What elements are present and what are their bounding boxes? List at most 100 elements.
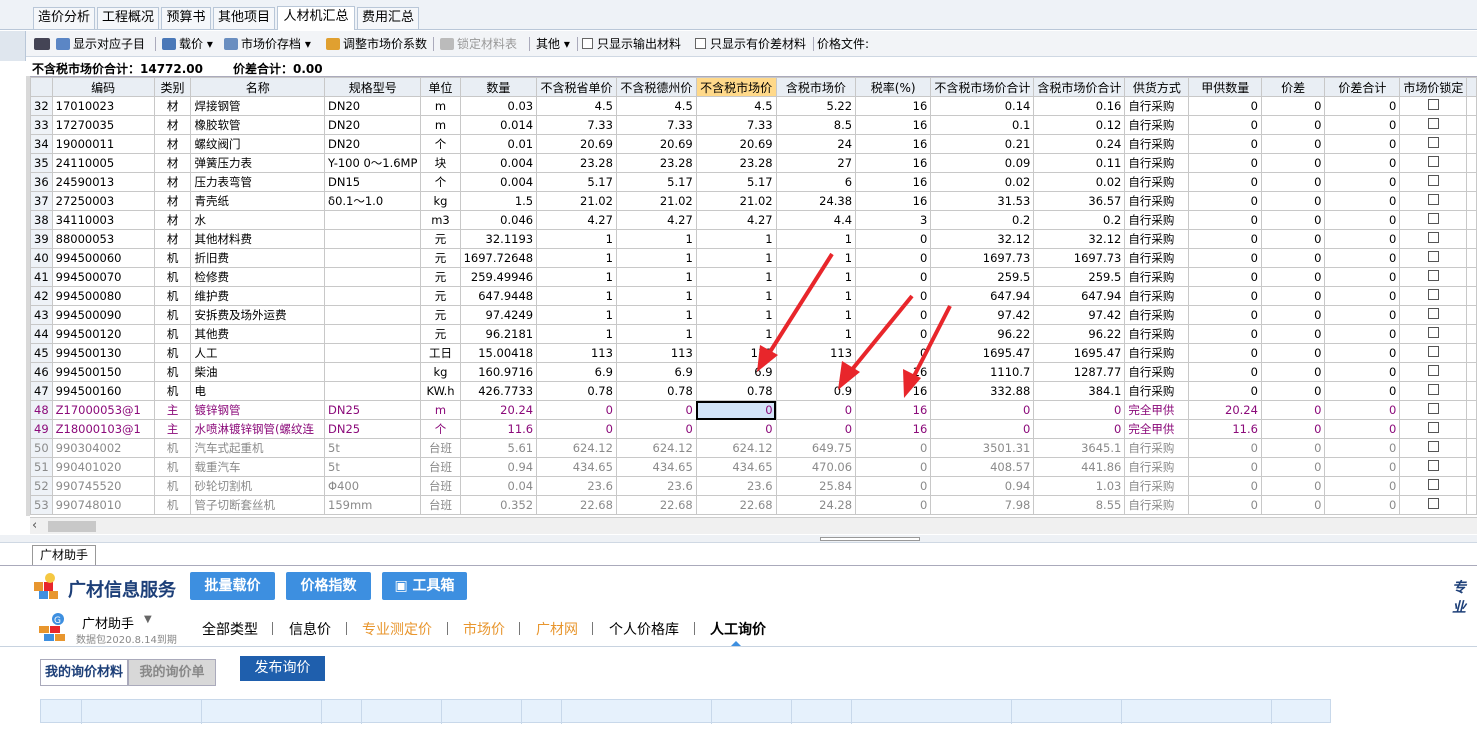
cell-market-total-tax[interactable]: 0.12 xyxy=(1033,115,1126,135)
table-row[interactable]: 42 994500080 机维护费元 647.9448 1 1 1 1 0 647.94 647.9… xyxy=(30,286,1477,306)
cell-name[interactable]: 检修费 xyxy=(190,267,326,287)
lock-checkbox[interactable] xyxy=(1427,403,1439,414)
cell-market-total-tax[interactable]: 0.11 xyxy=(1033,153,1126,173)
cell-category[interactable]: 材 xyxy=(153,229,192,249)
cell-tax-rate[interactable]: 16 xyxy=(855,115,932,135)
lock-checkbox[interactable] xyxy=(1427,365,1439,376)
tab-other-items[interactable]: 其他项目 xyxy=(213,7,275,29)
cell-market-total[interactable]: 0 xyxy=(930,400,1035,420)
lock-checkbox[interactable] xyxy=(1427,175,1439,186)
cell-province-price[interactable]: 434.65 xyxy=(536,457,617,477)
table-row[interactable]: 53 990748010 机管子切断套丝机 159mm 台班 0.352 22.68 22.6… xyxy=(30,495,1477,515)
cell-jg-qty[interactable]: 0 xyxy=(1188,210,1262,230)
cell-market-total-tax[interactable]: 32.12 xyxy=(1033,229,1126,249)
lock-table-button[interactable]: 锁定材料表 xyxy=(440,35,517,53)
cell-market-total[interactable]: 1697.73 xyxy=(930,248,1035,268)
table-row[interactable]: 33 17270035 材橡胶软管 DN20 m 0.014 7.33 7.33 7.33 8.5… xyxy=(30,115,1477,135)
cell-lock[interactable] xyxy=(1399,96,1468,116)
cell-jg-qty[interactable]: 0 xyxy=(1188,96,1262,116)
horizontal-scrollbar[interactable]: ‹ xyxy=(30,517,1477,534)
cell-dezhou-price[interactable]: 0 xyxy=(615,400,697,420)
cell-category[interactable]: 材 xyxy=(153,172,192,192)
cell-market-total[interactable]: 0.02 xyxy=(930,172,1035,192)
header-unit[interactable]: 单位 xyxy=(420,77,461,97)
cell-market-price-tax[interactable]: 0 xyxy=(775,419,857,439)
table-row[interactable]: 37 27250003 材青壳纸 δ0.1～1.0 kg 1.5 21.02 21.02 21.… xyxy=(30,191,1477,211)
cell-category[interactable]: 主 xyxy=(153,400,192,420)
cell-name[interactable]: 柴油 xyxy=(190,362,326,382)
cell-unit[interactable]: 元 xyxy=(420,229,461,249)
cell-unit[interactable]: 台班 xyxy=(420,457,461,477)
cell-tax-rate[interactable]: 3 xyxy=(855,210,932,230)
cell-dezhou-price[interactable]: 113 xyxy=(615,343,697,363)
cell-diff-total[interactable]: 0 xyxy=(1324,419,1401,439)
cell-market-price[interactable]: 4.27 xyxy=(695,210,777,230)
cell-tax-rate[interactable]: 0 xyxy=(855,495,932,515)
cell-jg-qty[interactable]: 0 xyxy=(1188,495,1262,515)
cell-market-price-tax[interactable]: 27 xyxy=(775,153,857,173)
cell-market-total[interactable]: 0.21 xyxy=(930,134,1035,154)
row-number[interactable]: 38 xyxy=(30,210,53,230)
cell-supply[interactable]: 自行采购 xyxy=(1124,495,1190,515)
lock-checkbox[interactable] xyxy=(1427,327,1439,338)
cell-code[interactable]: 88000053 xyxy=(51,229,155,249)
cell-diff[interactable]: 0 xyxy=(1260,476,1326,496)
cell-diff-total[interactable]: 0 xyxy=(1324,267,1401,287)
row-number[interactable]: 48 xyxy=(30,400,53,420)
cell-dezhou-price[interactable]: 624.12 xyxy=(615,438,697,458)
toolbox-button[interactable]: ▣ 工具箱 xyxy=(382,572,467,600)
cell-province-price[interactable]: 0.78 xyxy=(536,381,617,401)
cell-unit[interactable]: kg xyxy=(420,362,461,382)
cell-diff-total[interactable]: 0 xyxy=(1324,438,1401,458)
cell-market-total-tax[interactable]: 97.42 xyxy=(1033,305,1126,325)
assistant-name[interactable]: 广材助手 xyxy=(82,613,134,632)
cell-category[interactable]: 材 xyxy=(153,191,192,211)
cell-name[interactable]: 电 xyxy=(190,381,326,401)
cell-code[interactable]: 994500150 xyxy=(51,362,155,382)
cell-market-total[interactable]: 408.57 xyxy=(930,457,1035,477)
cell-name[interactable]: 汽车式起重机 xyxy=(190,438,326,458)
cell-spec[interactable] xyxy=(324,343,422,363)
cell-province-price[interactable]: 1 xyxy=(536,286,617,306)
lock-checkbox[interactable] xyxy=(1427,213,1439,224)
lock-checkbox[interactable] xyxy=(1427,137,1439,148)
cell-jg-qty[interactable]: 0 xyxy=(1188,476,1262,496)
cell-spec[interactable]: DN25 xyxy=(324,419,422,439)
cell-code[interactable]: 990304002 xyxy=(51,438,155,458)
cell-diff-total[interactable]: 0 xyxy=(1324,457,1401,477)
cell-market-price-tax[interactable]: 649.75 xyxy=(775,438,857,458)
row-number[interactable]: 45 xyxy=(30,343,53,363)
cell-diff[interactable]: 0 xyxy=(1260,419,1326,439)
cell-dezhou-price[interactable]: 1 xyxy=(615,286,697,306)
header-market-total-tax[interactable]: 含税市场价合计 xyxy=(1033,77,1126,97)
cell-diff-total[interactable]: 0 xyxy=(1324,96,1401,116)
cell-supply[interactable]: 自行采购 xyxy=(1124,172,1190,192)
cell-unit[interactable]: 元 xyxy=(420,267,461,287)
cell-jg-qty[interactable]: 0 xyxy=(1188,438,1262,458)
lock-checkbox[interactable] xyxy=(1427,460,1439,471)
cell-code[interactable]: 994500060 xyxy=(51,248,155,268)
cell-code[interactable]: 17010023 xyxy=(51,96,155,116)
cell-name[interactable]: 人工 xyxy=(190,343,326,363)
table-row[interactable]: 48 Z17000053@1 主镀锌钢管 DN25 m 20.24 0 0 0 0 16 0 0 完全甲供… xyxy=(30,400,1477,420)
cell-category[interactable]: 机 xyxy=(153,362,192,382)
cell-category[interactable]: 机 xyxy=(153,248,192,268)
cell-diff[interactable]: 0 xyxy=(1260,495,1326,515)
cell-diff-total[interactable]: 0 xyxy=(1324,362,1401,382)
panel-tab-assistant[interactable]: 广材助手 xyxy=(32,545,96,565)
cell-spec[interactable]: Y-100 0～1.6MP xyxy=(324,153,422,173)
table-row[interactable]: 47 994500160 机电 KW.h 426.7733 0.78 0.78 0.78 0.9… xyxy=(30,381,1477,401)
cell-jg-qty[interactable]: 0 xyxy=(1188,191,1262,211)
cell-code[interactable]: 990401020 xyxy=(51,457,155,477)
cell-market-price[interactable]: 1 xyxy=(695,229,777,249)
only-diff-checkbox[interactable]: 只显示有价差材料 xyxy=(695,35,806,53)
cell-market-price[interactable]: 0.78 xyxy=(695,381,777,401)
row-number[interactable]: 47 xyxy=(30,381,53,401)
lock-checkbox[interactable] xyxy=(1427,251,1439,262)
cell-name[interactable]: 其他费 xyxy=(190,324,326,344)
cell-province-price[interactable]: 20.69 xyxy=(536,134,617,154)
cell-diff[interactable]: 0 xyxy=(1260,305,1326,325)
cell-name[interactable]: 螺纹阀门 xyxy=(190,134,326,154)
cell-diff[interactable]: 0 xyxy=(1260,191,1326,211)
cell-supply[interactable]: 自行采购 xyxy=(1124,476,1190,496)
